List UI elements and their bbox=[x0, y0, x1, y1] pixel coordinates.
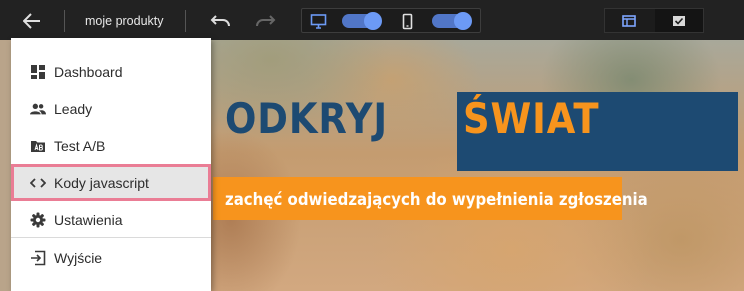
menu-item-label: Test A/B bbox=[54, 137, 106, 154]
layout-view-button[interactable] bbox=[605, 9, 653, 32]
layout-icon bbox=[622, 14, 636, 27]
view-mode-group bbox=[604, 8, 704, 33]
undo-icon[interactable] bbox=[210, 10, 232, 32]
menu-item-label: Dashboard bbox=[54, 63, 123, 80]
menu-item-ab-test[interactable]: Test A/B bbox=[11, 127, 211, 164]
redo-icon[interactable] bbox=[254, 10, 276, 32]
main-menu-dropdown: Dashboard Leady Test A/B Kody javascript… bbox=[11, 38, 211, 291]
menu-item-label: Kody javascript bbox=[54, 174, 149, 191]
top-toolbar: moje produkty bbox=[0, 0, 744, 40]
menu-item-ustawienia[interactable]: Ustawienia bbox=[11, 201, 211, 238]
gear-icon bbox=[30, 212, 46, 228]
preview-view-button[interactable] bbox=[655, 9, 703, 32]
menu-item-label: Wyjście bbox=[54, 249, 103, 266]
checkbox-icon bbox=[673, 15, 685, 26]
project-name[interactable]: moje produkty bbox=[85, 14, 164, 28]
menu-item-label: Ustawienia bbox=[54, 211, 123, 228]
toolbar-divider bbox=[185, 10, 186, 32]
people-icon bbox=[30, 101, 46, 117]
menu-item-dashboard[interactable]: Dashboard bbox=[11, 53, 211, 90]
hero-subheading[interactable]: zachęć odwiedzających do wypełnienia zgł… bbox=[225, 190, 648, 210]
dashboard-icon bbox=[30, 64, 46, 80]
back-arrow-icon[interactable] bbox=[20, 9, 44, 33]
hero-heading-part1[interactable]: ODKRYJ bbox=[225, 98, 388, 140]
code-icon bbox=[30, 175, 46, 191]
menu-item-leady[interactable]: Leady bbox=[11, 90, 211, 127]
exit-icon bbox=[30, 250, 46, 266]
toolbar-divider bbox=[64, 10, 65, 32]
menu-item-label: Leady bbox=[54, 100, 93, 117]
menu-divider bbox=[11, 237, 211, 238]
menu-item-kody-javascript[interactable]: Kody javascript bbox=[11, 164, 211, 201]
hero-section[interactable]: ODKRYJ ŚWIAT zachęć odwiedzających do wy… bbox=[211, 40, 744, 291]
desktop-toggle[interactable] bbox=[342, 12, 382, 30]
hero-heading-part2[interactable]: ŚWIAT bbox=[463, 98, 599, 140]
mobile-icon[interactable] bbox=[399, 13, 416, 30]
desktop-icon[interactable] bbox=[310, 13, 327, 30]
device-preview-toggles bbox=[301, 8, 481, 33]
menu-item-wyjscie[interactable]: Wyjście bbox=[11, 239, 211, 276]
ab-test-icon bbox=[30, 138, 46, 154]
mobile-toggle[interactable] bbox=[432, 12, 472, 30]
